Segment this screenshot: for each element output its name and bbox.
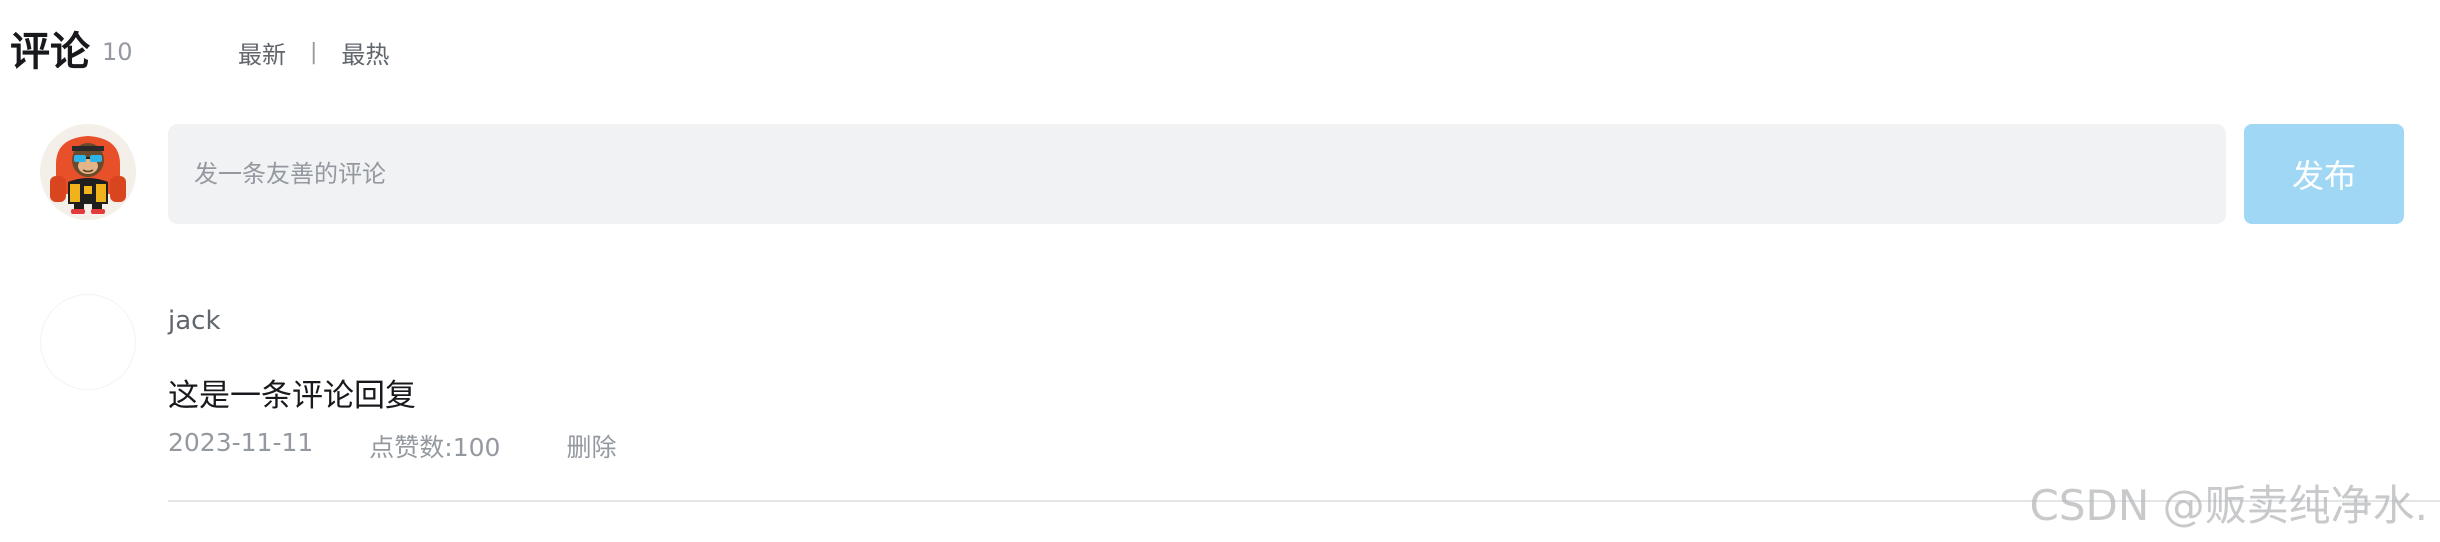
comment-input-wrapper [168,124,2226,224]
comment-title: 评论 [10,29,90,75]
comment-header: 评论 10 [10,22,133,82]
comment-likes[interactable]: 点赞数:100 [369,428,500,464]
comment-section: 评论 10 最新 | 最热 发一条友善的评论 发布 jack 这是一条评论回复 … [0,0,2440,542]
user-avatar[interactable] [40,124,136,220]
publish-button[interactable]: 发布 [2244,124,2404,224]
comment-meta: 2023-11-11 点赞数:100 删除 [168,428,616,464]
comment-avatar[interactable] [40,294,136,390]
tab-separator: | [310,39,318,65]
comment-content: 这是一条评论回复 [168,378,416,414]
comment-count: 10 [102,38,133,66]
comment-input[interactable] [192,159,2226,189]
tab-newest[interactable]: 最新 [238,35,286,70]
comment-username[interactable]: jack [168,306,221,336]
comment-date: 2023-11-11 [168,428,314,457]
monkey-avatar-icon [40,124,136,220]
watermark: CSDN @贩卖纯净水. [2029,481,2428,530]
sort-tabs: 最新 | 最热 [238,22,389,82]
tab-hottest[interactable]: 最热 [341,35,389,70]
delete-button[interactable]: 删除 [566,428,616,464]
